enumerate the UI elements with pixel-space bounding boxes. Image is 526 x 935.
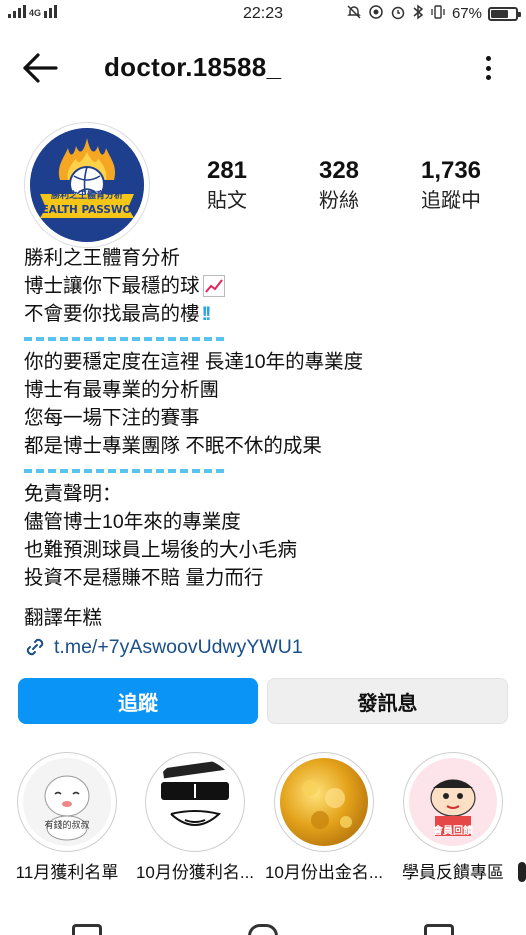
bio-para1-line: 您每一場下注的賽事 <box>24 407 200 429</box>
follow-button[interactable]: 追蹤 <box>18 678 258 724</box>
vibrate-icon <box>430 4 446 23</box>
bio-para1-line: 都是博士專業團隊 不眠不休的成果 <box>24 435 322 457</box>
reels-tab-icon[interactable] <box>248 924 278 935</box>
highlight-item[interactable]: 有錢的叔叔 11月獲利名單 <box>3 752 131 883</box>
battery-icon <box>488 6 521 21</box>
bio-para2-line: 投資不是穩賺不賠 量力而行 <box>24 567 264 589</box>
bio-para1-line: 博士有最專業的分析團 <box>24 379 220 401</box>
bio-para1-line: 你的要穩定度在這裡 長達10年的專業度 <box>24 351 364 373</box>
bio-para2-line: 也難預測球員上場後的大小毛病 <box>24 539 298 561</box>
profile-header: doctor.18588_ <box>0 40 526 96</box>
sticker-caption: 有錢的叔叔 <box>44 820 90 830</box>
stat-following[interactable]: 1,736 追蹤中 <box>396 156 506 216</box>
highlight-item[interactable]: 10月份獲利名... <box>131 752 259 883</box>
avatar-text-top: 勝利之王體育分析 <box>50 190 123 200</box>
avatar-logo: 勝利之王體育分析 WEALTH PASSWORD <box>30 128 144 242</box>
status-icons: 67% <box>346 4 521 23</box>
chart-increasing-icon <box>202 275 225 297</box>
bio-website-link[interactable]: t.me/+7yAswoovUdwyYWU1 <box>24 632 504 662</box>
highlight-label: 10月份出金名... <box>264 863 384 882</box>
stat-followers[interactable]: 328 粉絲 <box>284 156 394 216</box>
status-bar: 4G 22:23 67% <box>0 0 526 28</box>
profile-username: doctor.18588_ <box>104 52 282 82</box>
profile-avatar[interactable]: 勝利之王體育分析 WEALTH PASSWORD <box>24 122 150 248</box>
bluetooth-icon <box>412 4 424 23</box>
highlight-cover-image: 會員回饋 <box>409 758 497 846</box>
bio-name: 勝利之王體育分析 <box>24 247 181 269</box>
battery-percent: 67% <box>451 5 482 22</box>
bio-line-1-text: 博士讓你下最穩的球 <box>24 275 200 297</box>
mute-icon <box>346 4 362 23</box>
profile-bio: 勝利之王體育分析 博士讓你下最穩的球 不會要你找最高的樓!! 你的要穩定度在這裡… <box>24 244 504 662</box>
message-button[interactable]: 發訊息 <box>267 678 508 724</box>
highlight-label: 11月獲利名單 <box>15 863 119 882</box>
highlight-cover-image <box>151 758 239 846</box>
arrow-left-icon <box>23 53 58 83</box>
posts-label: 貼文 <box>207 190 247 212</box>
bio-disclaimer-title: 免責聲明： <box>24 483 122 505</box>
grid-tab-icon[interactable] <box>72 924 102 935</box>
avatar-text-bottom: WEALTH PASSWORD <box>30 204 144 216</box>
following-label: 追蹤中 <box>421 190 481 212</box>
content-tabs <box>0 918 526 935</box>
alarm-icon <box>390 4 406 23</box>
highlight-item[interactable]: 10月份出金名... <box>260 752 388 883</box>
following-count: 1,736 <box>420 157 482 184</box>
highlight-cover-image <box>280 758 368 846</box>
bio-link-text: t.me/+7yAswoovUdwyYWU1 <box>54 636 303 658</box>
story-highlights: 有錢的叔叔 11月獲利名單 10月份獲利名... 10月份出金名... 會員回饋… <box>0 752 526 892</box>
more-options-button[interactable] <box>480 52 496 84</box>
double-exclamation-icon: !! <box>201 303 212 325</box>
bio-line-1: 博士讓你下最穩的球 <box>24 272 504 300</box>
bio-divider-2 <box>24 460 504 480</box>
highlight-label: 10月份獲利名... <box>135 863 255 882</box>
tagged-tab-icon[interactable] <box>424 924 454 935</box>
bio-divider-1 <box>24 328 504 348</box>
highlight-label: 學員反饋專區 <box>402 863 504 882</box>
posts-count: 281 <box>206 157 248 184</box>
translate-link[interactable]: 翻譯年糕 <box>24 604 504 632</box>
link-icon <box>26 638 44 656</box>
followers-label: 粉絲 <box>319 190 359 212</box>
highlight-cover-image: 有錢的叔叔 <box>23 758 111 846</box>
followers-count: 328 <box>318 157 360 184</box>
back-button[interactable] <box>20 50 60 86</box>
highlight-overflow-edge <box>518 862 526 882</box>
sticker-caption: 會員回饋 <box>433 826 473 837</box>
profile-stats: 281 貼文 328 粉絲 1,736 追蹤中 <box>170 156 520 220</box>
bio-para2-line: 儘管博士10年來的專業度 <box>24 511 241 533</box>
stat-posts[interactable]: 281 貼文 <box>172 156 282 216</box>
bio-line-2: 不會要你找最高的樓!! <box>24 300 504 328</box>
data-saver-icon <box>368 4 384 23</box>
highlight-item[interactable]: 會員回饋 學員反饋專區 <box>389 752 517 883</box>
more-vertical-icon <box>485 56 491 61</box>
bio-line-2-text: 不會要你找最高的樓 <box>24 303 200 325</box>
